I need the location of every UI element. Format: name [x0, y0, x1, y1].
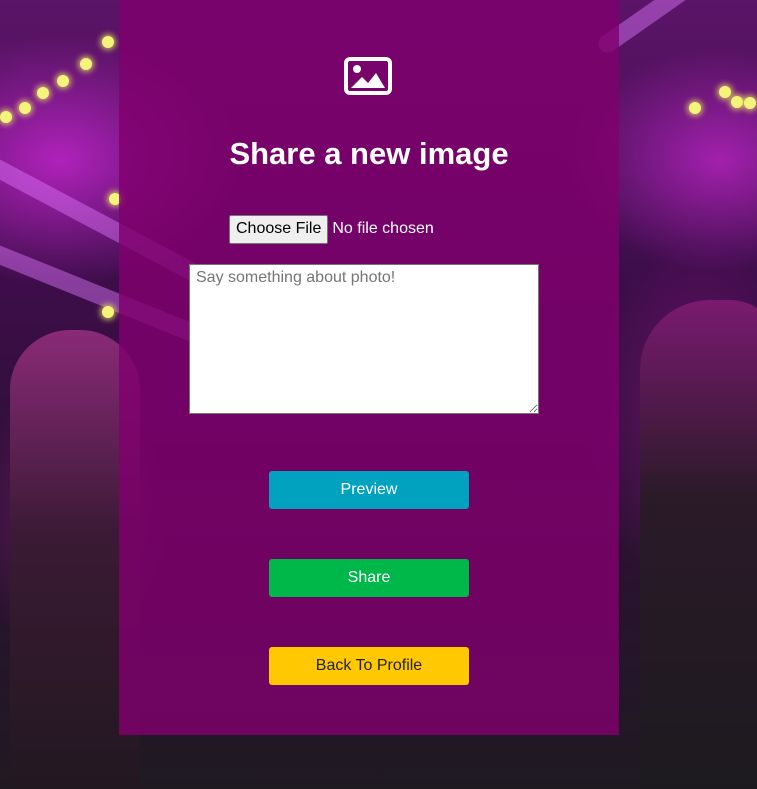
light-bulb	[80, 58, 92, 70]
share-button[interactable]: Share	[269, 559, 469, 597]
light-bulb	[731, 96, 743, 108]
image-icon	[344, 57, 392, 95]
back-to-profile-button[interactable]: Back To Profile	[269, 647, 469, 685]
light-beam	[594, 0, 757, 57]
light-bulb	[37, 87, 49, 99]
file-picker: Choose File No file chosen	[229, 214, 434, 244]
page-title: Share a new image	[229, 136, 509, 171]
crowd-silhouette	[640, 300, 757, 789]
light-bulb	[102, 36, 114, 48]
file-status: No file chosen	[332, 220, 434, 237]
light-bulb	[102, 306, 114, 318]
light-bulb	[57, 75, 69, 87]
share-image-panel: Share a new image Choose File No file ch…	[119, 0, 619, 735]
light-bulb	[19, 102, 31, 114]
light-bulb	[719, 86, 731, 98]
light-bulb	[689, 102, 701, 114]
caption-textarea[interactable]	[189, 264, 539, 414]
choose-file-button[interactable]: Choose File	[229, 214, 329, 244]
preview-button[interactable]: Preview	[269, 471, 469, 509]
light-bulb	[0, 111, 12, 123]
light-bulb	[744, 97, 756, 109]
